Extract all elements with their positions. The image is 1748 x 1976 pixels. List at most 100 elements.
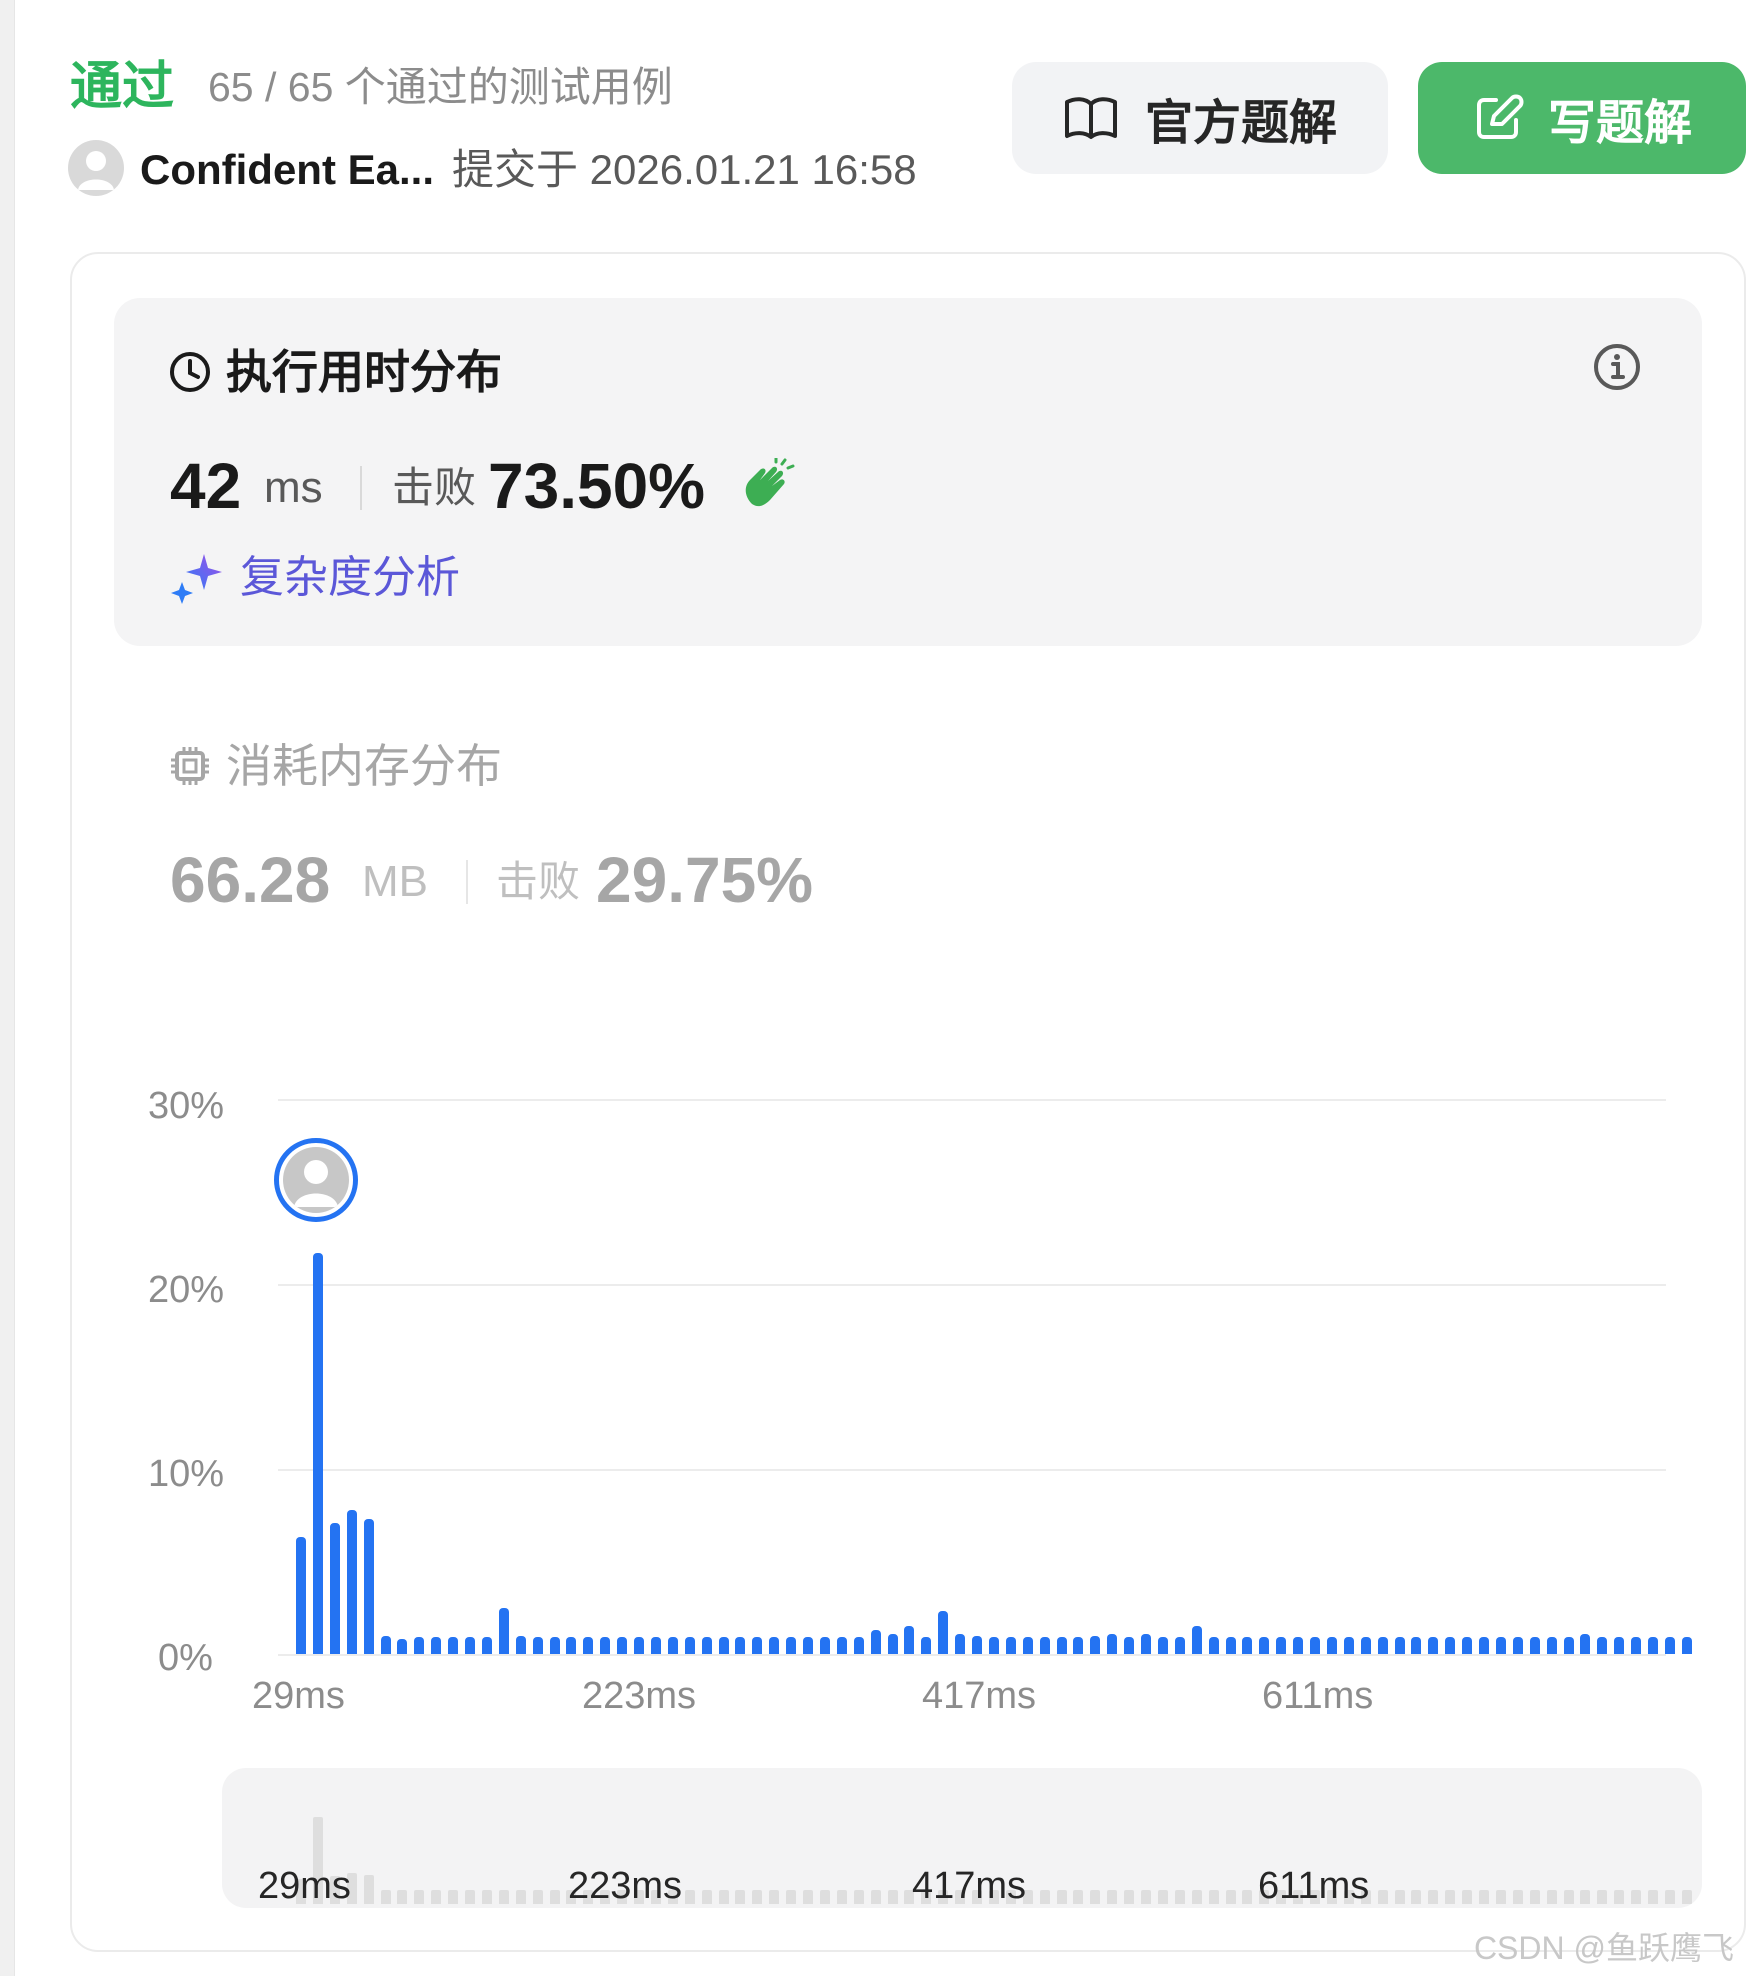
author-avatar[interactable] (68, 140, 124, 196)
runtime-bar[interactable] (431, 1637, 442, 1654)
runtime-bar[interactable] (1124, 1637, 1135, 1654)
runtime-bar[interactable] (921, 1637, 932, 1654)
runtime-bar[interactable] (532, 1637, 543, 1654)
official-solution-button[interactable]: 官方题解 (1012, 62, 1388, 174)
runtime-bar[interactable] (786, 1637, 797, 1654)
info-icon[interactable] (1592, 342, 1642, 392)
runtime-bar[interactable] (583, 1637, 594, 1654)
runtime-bar[interactable] (1563, 1637, 1574, 1654)
runtime-bar[interactable] (1141, 1633, 1151, 1654)
runtime-bar[interactable] (1648, 1637, 1658, 1654)
author-name[interactable]: Confident Ea... (140, 144, 434, 196)
runtime-bar[interactable] (329, 1522, 340, 1654)
runtime-bar[interactable] (718, 1637, 729, 1654)
runtime-bar[interactable] (1259, 1637, 1270, 1654)
runtime-bar[interactable] (1191, 1626, 1202, 1654)
runtime-bar[interactable] (1276, 1637, 1287, 1654)
runtime-bar[interactable] (752, 1637, 763, 1654)
runtime-bar[interactable] (803, 1637, 813, 1654)
runtime-bar[interactable] (988, 1637, 999, 1654)
runtime-bar[interactable] (938, 1611, 949, 1654)
runtime-bar[interactable] (1157, 1637, 1168, 1654)
runtime-bar[interactable] (1073, 1637, 1084, 1654)
runtime-bar[interactable] (397, 1639, 408, 1654)
runtime-bar[interactable] (1343, 1637, 1354, 1654)
runtime-bar[interactable] (667, 1637, 678, 1654)
write-solution-label: 写题解 (1547, 97, 1692, 150)
my-submission-marker[interactable] (274, 1138, 358, 1222)
runtime-bar[interactable] (1242, 1637, 1253, 1654)
runtime-bar[interactable] (735, 1637, 746, 1654)
runtime-bar[interactable] (312, 1252, 323, 1654)
runtime-bar[interactable] (380, 1635, 391, 1654)
runtime-bar[interactable] (1664, 1637, 1675, 1654)
runtime-bar[interactable] (414, 1637, 425, 1654)
runtime-bar[interactable] (1394, 1637, 1405, 1654)
runtime-bar[interactable] (1512, 1637, 1523, 1654)
runtime-bar[interactable] (972, 1635, 982, 1654)
complexity-analysis-link[interactable]: 复杂度分析 (240, 550, 460, 606)
runtime-bar[interactable] (1445, 1637, 1456, 1654)
runtime-bar[interactable] (1411, 1637, 1422, 1654)
minimap-bar (836, 1890, 847, 1904)
minimap-bar (448, 1890, 459, 1904)
runtime-bar[interactable] (1495, 1637, 1506, 1654)
runtime-bar[interactable] (853, 1637, 864, 1654)
runtime-bar[interactable] (1546, 1637, 1557, 1654)
chart-range-selector[interactable]: 29ms 223ms 417ms 611ms (222, 1768, 1702, 1908)
runtime-bar[interactable] (296, 1537, 306, 1654)
runtime-bar[interactable] (769, 1637, 780, 1654)
runtime-bar[interactable] (701, 1637, 712, 1654)
runtime-bar[interactable] (498, 1607, 509, 1654)
minimap-bar (363, 1874, 374, 1904)
runtime-bar[interactable] (904, 1626, 915, 1654)
runtime-bar[interactable] (1225, 1637, 1236, 1654)
runtime-bar[interactable] (1090, 1635, 1101, 1654)
runtime-bar[interactable] (1479, 1637, 1489, 1654)
runtime-bar[interactable] (448, 1637, 459, 1654)
runtime-bar[interactable] (1529, 1637, 1540, 1654)
runtime-bar[interactable] (887, 1633, 898, 1654)
runtime-bar[interactable] (634, 1637, 644, 1654)
runtime-bar[interactable] (1462, 1637, 1473, 1654)
runtime-bar[interactable] (684, 1637, 695, 1654)
runtime-bar[interactable] (1360, 1637, 1371, 1654)
runtime-bar[interactable] (1681, 1637, 1692, 1654)
runtime-bar[interactable] (1310, 1637, 1320, 1654)
runtime-bar[interactable] (1580, 1633, 1591, 1654)
runtime-bar[interactable] (1107, 1633, 1118, 1654)
runtime-bar[interactable] (1208, 1637, 1219, 1654)
runtime-bar[interactable] (1631, 1637, 1642, 1654)
runtime-bar[interactable] (515, 1635, 526, 1654)
runtime-bar[interactable] (1174, 1637, 1185, 1654)
runtime-bar[interactable] (819, 1637, 830, 1654)
minimap-bar (1631, 1890, 1642, 1904)
runtime-bar[interactable] (481, 1637, 492, 1654)
runtime-bar[interactable] (465, 1637, 475, 1654)
runtime-bar[interactable] (1597, 1637, 1608, 1654)
runtime-bar[interactable] (1293, 1637, 1304, 1654)
runtime-bar[interactable] (617, 1637, 628, 1654)
runtime-bar[interactable] (600, 1637, 611, 1654)
write-solution-button[interactable]: 写题解 (1418, 62, 1746, 174)
runtime-bar[interactable] (650, 1637, 661, 1654)
runtime-bar[interactable] (1039, 1637, 1050, 1654)
memory-title[interactable]: 消耗内存分布 (226, 736, 502, 796)
runtime-bar[interactable] (549, 1637, 560, 1654)
runtime-bar[interactable] (346, 1509, 357, 1654)
runtime-beat-label: 击败 (392, 464, 477, 511)
minimap-bar (1377, 1890, 1388, 1904)
runtime-bar[interactable] (1056, 1637, 1067, 1654)
runtime-bar[interactable] (1022, 1637, 1033, 1654)
runtime-bar[interactable] (1326, 1637, 1337, 1654)
runtime-bar[interactable] (363, 1518, 374, 1654)
runtime-bar[interactable] (1614, 1637, 1625, 1654)
runtime-bar[interactable] (870, 1629, 881, 1654)
runtime-bar[interactable] (1428, 1637, 1439, 1654)
runtime-bar[interactable] (955, 1633, 966, 1654)
runtime-bar[interactable] (836, 1637, 847, 1654)
runtime-bar[interactable] (566, 1637, 577, 1654)
y-tick-label: 20% (148, 1269, 225, 1311)
runtime-bar[interactable] (1005, 1637, 1016, 1654)
runtime-bar[interactable] (1377, 1637, 1388, 1654)
